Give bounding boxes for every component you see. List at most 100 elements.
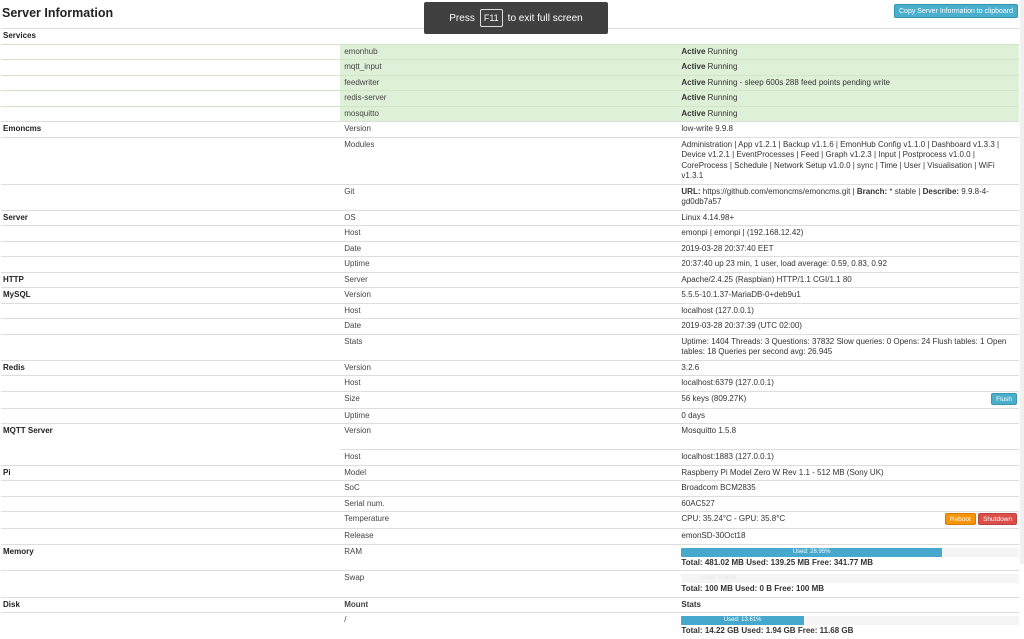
fullscreen-overlay: Press F11 to exit full screen [424,2,608,34]
pi-model-row: Pi Model Raspberry Pi Model Zero W Rev 1… [1,464,1019,481]
row-label: Release [340,528,680,544]
row-label: Host [340,302,680,319]
service-detail: Running [707,108,738,118]
server-uptime: 20:37:40 up 23 min, 1 user, load average… [679,256,1019,272]
pi-serial-row: Serial num. 60AC527 [1,495,1019,512]
row-label: OS [340,209,680,226]
service-row: mqtt_input Active Running [1,59,1019,75]
pi-temperature-row: Temperature Reboot Shutdown CPU: 35.24°C… [1,511,1019,529]
ram-progress-fill: Used: 28.95% [681,547,942,557]
pi-serial: 60AC527 [679,495,1019,512]
mysql-label: MySQL [1,287,341,303]
mqtt-label: MQTT Server [1,423,341,465]
ram-free: 341.77 MB [833,557,873,567]
server-uptime-row: Uptime 20:37:40 up 23 min, 1 user, load … [1,256,1019,272]
swap-total-label: Total: [681,584,703,593]
mysql-version: 5.5.5-10.1.37-MariaDB-0+deb9u1 [679,287,1019,303]
emoncms-git-row: Git URL: https://github.com/emoncms/emon… [1,183,1019,210]
git-url: https://github.com/emoncms/emoncms.git | [702,186,855,196]
swap-free-label: Free: [774,584,794,593]
page-title: Server Information [2,6,114,20]
row-label: Version [340,287,680,303]
service-row: emonhub Active Running [1,43,1019,60]
mysql-date-row: Date 2019-03-28 20:37:39 (UTC 02:00) [1,318,1019,334]
disk-used: 1.94 GB [765,626,796,635]
emoncms-label: Emoncms [1,121,341,137]
f11-key: F11 [479,9,503,27]
emoncms-modules: Administration | App v1.2.1 | Backup v1.… [679,136,1019,184]
pi-release-row: Release emonSD-30Oct18 [1,528,1019,544]
row-label: Size [340,390,680,408]
pi-label: Pi [1,464,341,481]
row-label: Model [340,464,680,481]
swap-progress-bar: Used: 0.00% [681,574,1019,583]
row-label: Version [340,121,680,137]
scrollbar[interactable] [1020,0,1024,564]
disk-progress-fill: Used: 13.61% [681,616,804,625]
memory-ram-row: Memory RAM Used: 28.95% Total: 481.02 MB… [1,543,1019,571]
row-label: Swap [340,570,680,597]
server-label: Server [1,209,341,226]
service-detail: Running [707,46,738,56]
disk-label: Disk [1,596,341,613]
service-name: redis-server [340,90,680,106]
disk-free: 11.68 GB [819,626,854,635]
row-label: Version [340,423,680,450]
ram-free-label: Free: [812,557,832,567]
mqtt-host: localhost:1883 (127.0.0.1) [679,449,1019,465]
redis-flush-button[interactable]: Flush [991,392,1017,405]
git-url-label: URL: [681,186,701,196]
copy-server-info-button[interactable]: Copy Server Information to clipboard [894,4,1018,18]
redis-uptime-row: Uptime 0 days [1,407,1019,424]
service-state: Active [681,108,706,118]
redis-size-row: Size Flush 56 keys (809.27K) [1,390,1019,408]
disk-mount: / [340,612,680,639]
server-host: emonpi | emonpi | (192.168.12.42) [679,225,1019,241]
service-state: Active [681,93,706,102]
mysql-stats-row: Stats Uptime: 1404 Threads: 3 Questions:… [1,333,1019,360]
row-label: Git [340,183,680,210]
ram-used: 139.25 MB [770,557,810,567]
emoncms-version: low-write 9.9.8 [679,121,1019,137]
pi-temperature: CPU: 35.24°C - GPU: 35.8°C [681,514,786,523]
row-label: Uptime [340,407,680,424]
reboot-button[interactable]: Reboot [944,513,976,525]
ram-total: 481.02 MB [704,557,744,567]
service-detail: Running - sleep 600s 288 feed points pen… [707,77,891,87]
git-branch-label: Branch: [856,186,888,196]
shutdown-button[interactable]: Shutdown [978,513,1017,525]
service-state: Active [681,77,706,87]
service-detail: Running [707,62,738,71]
service-state: Active [681,62,706,71]
http-label: HTTP [1,271,341,288]
emoncms-modules-row: Modules Administration | App v1.2.1 | Ba… [1,136,1019,184]
overlay-rest: to exit full screen [507,12,583,24]
redis-version: 3.2.6 [679,359,1019,376]
redis-uptime: 0 days [679,407,1019,424]
row-label: Date [340,240,680,257]
pi-release: emonSD-30Oct18 [679,528,1019,544]
redis-size: 56 keys (809.27K) [681,393,747,403]
row-label: Temperature [340,511,680,529]
server-date: 2019-03-28 20:37:40 EET [679,240,1019,257]
mysql-host: localhost (127.0.0.1) [679,302,1019,319]
swap-free: 100 MB [796,584,825,593]
ram-total-label: Total: [681,557,703,567]
disk-used-label: Used: [741,626,764,635]
service-name: feedwriter [340,74,680,91]
server-host-row: Host emonpi | emonpi | (192.168.12.42) [1,225,1019,241]
disk-stats-header: Stats [679,596,1019,613]
pi-soc-row: SoC Broadcom BCM2835 [1,480,1019,496]
http-server: Apache/2.4.25 (Raspbian) HTTP/1.1 CGI/1.… [679,271,1019,288]
row-label: SoC [340,480,680,496]
service-row: feedwriter Active Running - sleep 600s 2… [1,74,1019,91]
mysql-host-row: Host localhost (127.0.0.1) [1,302,1019,319]
row-label: Date [340,318,680,334]
service-state: Active [681,46,706,56]
service-row: redis-server Active Running [1,90,1019,106]
swap-used: 0 B [759,584,772,593]
swap-used-label: Used: [735,584,758,593]
overlay-press: Press [449,12,475,24]
service-detail: Running [707,93,738,102]
row-label: Host [340,375,680,391]
